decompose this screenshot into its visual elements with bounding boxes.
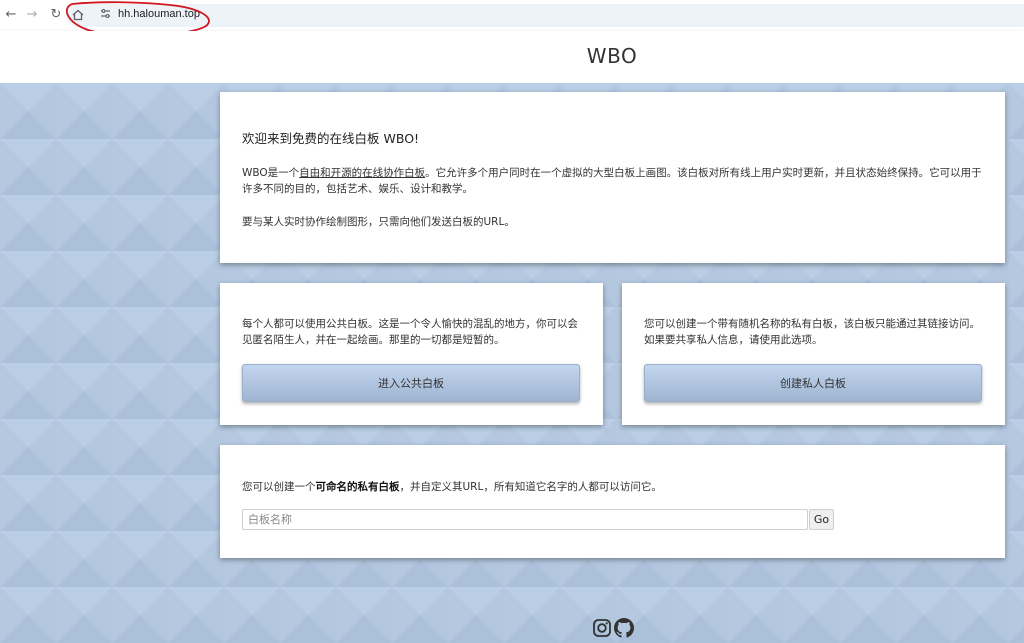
- share-url-paragraph: 要与某人实时协作绘制图形，只需向他们发送白板的URL。: [242, 216, 515, 228]
- named-text-prefix: 您可以创建一个: [242, 481, 316, 493]
- site-header: WBO: [0, 31, 1024, 83]
- intro-heading: 欢迎来到免费的在线白板 WBO!: [242, 131, 420, 146]
- public-board-card: 每个人都可以使用公共白板。这是一个令人愉快的混乱的地方，你可以会见匿名陌生人，并…: [220, 283, 603, 425]
- create-private-board-button[interactable]: 创建私人白板: [644, 364, 982, 402]
- named-board-card: 您可以创建一个可命名的私有白板，并自定义其URL，所有知道它名字的人都可以访问它…: [220, 445, 1005, 558]
- private-board-card: 您可以创建一个带有随机名称的私有白板，该白板只能通过其链接访问。如果要共享私人信…: [622, 283, 1005, 425]
- footer-icons: [592, 618, 636, 640]
- intro-text-prefix: WBO是一个: [242, 167, 300, 179]
- named-text-bold: 可命名的私有白板: [315, 481, 400, 493]
- private-board-description: 您可以创建一个带有随机名称的私有白板，该白板只能通过其链接访问。如果要共享私人信…: [644, 318, 980, 346]
- go-button[interactable]: Go: [809, 509, 834, 530]
- intro-paragraph: WBO是一个自由和开源的在线协作白板。它允许多个用户同时在一个虚拟的大型白板上画…: [242, 165, 983, 197]
- back-arrow-icon[interactable]: ←: [3, 7, 19, 23]
- named-text-suffix: ，并自定义其URL，所有知道它名字的人都可以访问它。: [399, 481, 662, 493]
- public-board-description: 每个人都可以使用公共白板。这是一个令人愉快的混乱的地方，你可以会见匿名陌生人，并…: [242, 318, 578, 346]
- named-board-description: 您可以创建一个可命名的私有白板，并自定义其URL，所有知道它名字的人都可以访问它…: [242, 479, 983, 495]
- forward-arrow-icon[interactable]: →: [24, 7, 40, 23]
- instagram-icon[interactable]: [592, 618, 612, 638]
- site-title: WBO: [586, 44, 638, 68]
- github-icon[interactable]: [614, 618, 634, 638]
- enter-public-board-button[interactable]: 进入公共白板: [242, 364, 580, 402]
- board-name-input[interactable]: [242, 509, 808, 530]
- intro-card: 欢迎来到免费的在线白板 WBO! WBO是一个自由和开源的在线协作白板。它允许多…: [220, 92, 1005, 263]
- open-source-link[interactable]: 自由和开源的在线协作白板: [299, 167, 425, 179]
